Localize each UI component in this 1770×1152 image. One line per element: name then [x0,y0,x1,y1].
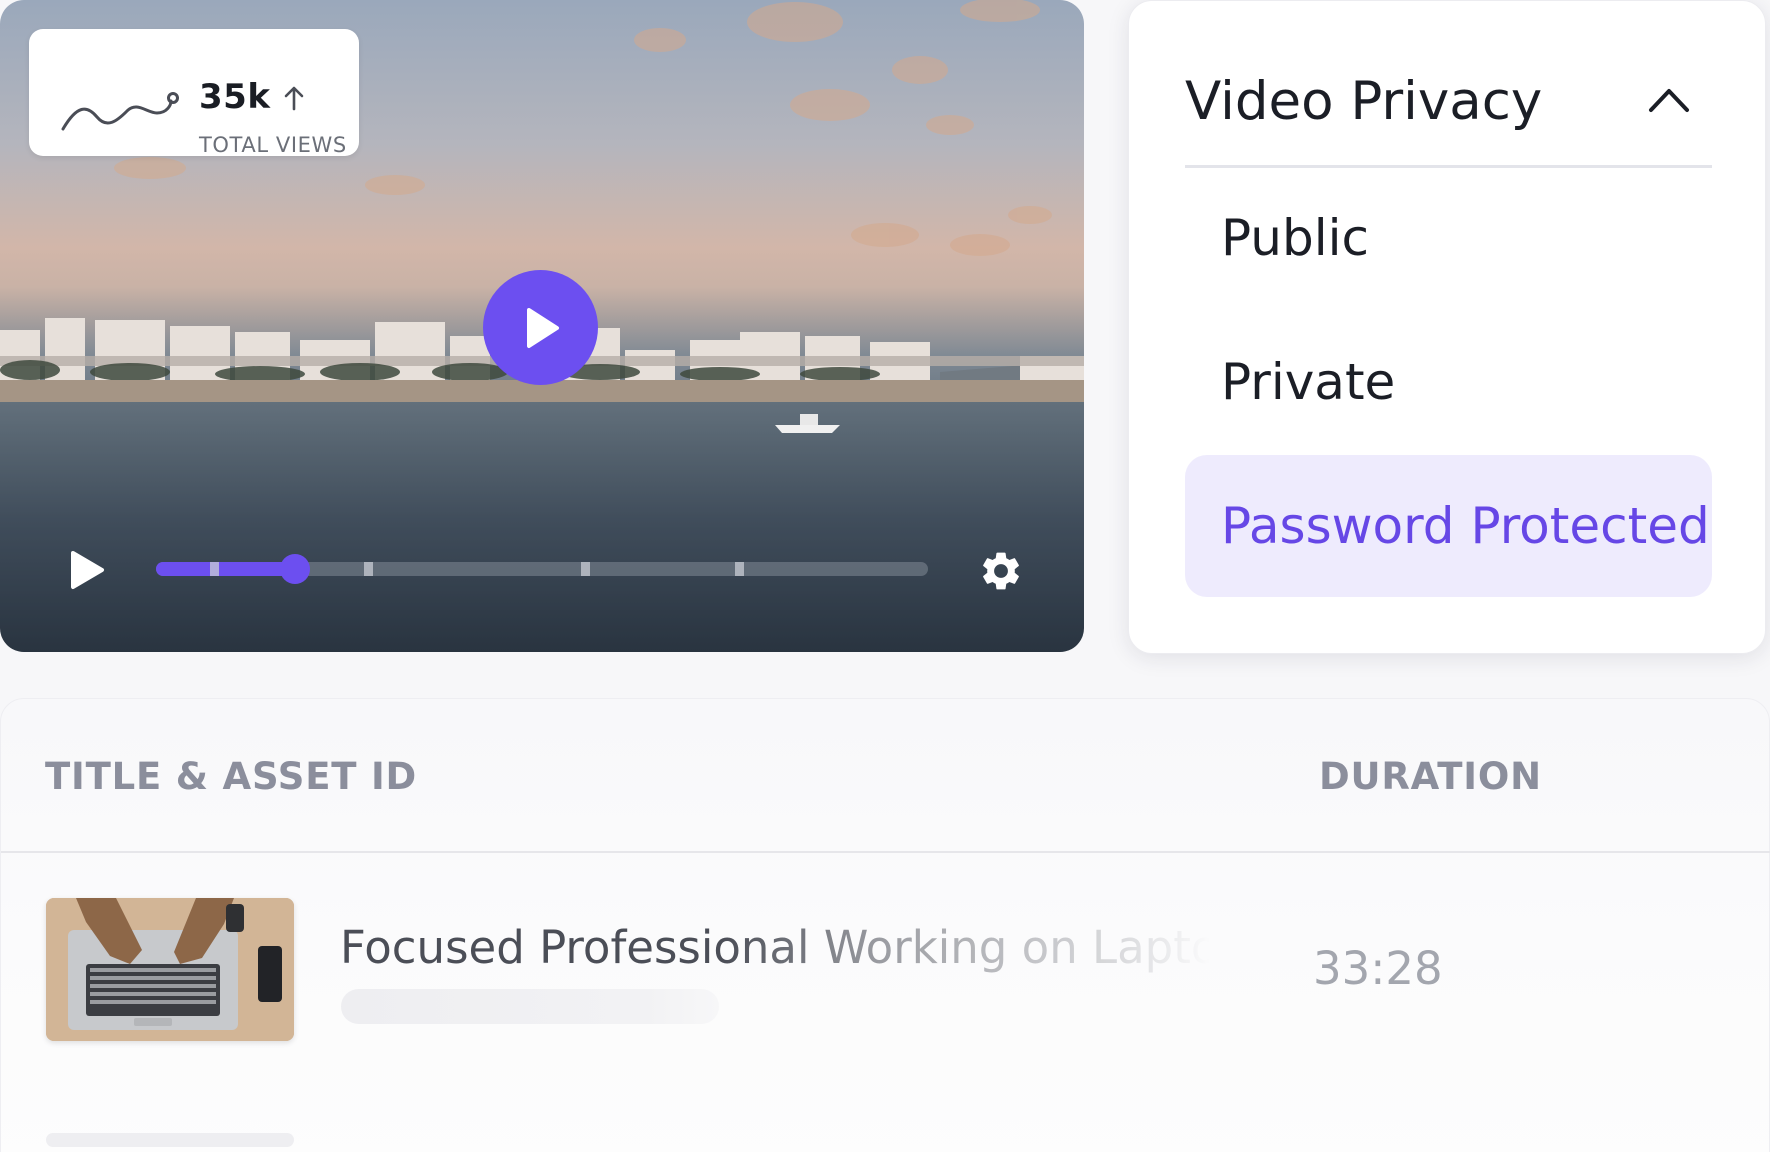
asset-duration: 33:28 [1313,942,1443,995]
table-header-divider [1,851,1770,853]
total-views-card: 35k TOTAL VIEWS [29,29,359,157]
privacy-option-password-protected[interactable]: Password Protected [1185,455,1712,597]
arrow-up-icon [284,86,304,111]
seek-bar-chapter-mark [735,562,744,576]
seek-bar-chapter-mark [581,562,590,576]
laptop-thumbnail-image [46,898,294,1041]
seek-bar-chapter-mark [364,562,373,576]
privacy-option-label: Password Protected [1221,497,1710,555]
privacy-option-public[interactable]: Public [1185,167,1712,309]
chevron-up-icon[interactable] [1647,85,1691,115]
column-header-duration[interactable]: DURATION [1319,755,1542,798]
total-views-label: TOTAL VIEWS [199,133,347,157]
sparkline-icon [61,92,179,131]
video-player[interactable]: 35k TOTAL VIEWS [0,0,1084,652]
big-play-button[interactable] [483,270,598,385]
next-row-placeholder [46,1133,294,1147]
privacy-option-label: Private [1221,353,1396,411]
seek-bar-played [156,562,295,576]
asset-thumbnail[interactable] [46,898,294,1041]
privacy-dropdown-title[interactable]: Video Privacy [1185,71,1542,132]
seek-bar-chapter-mark [210,562,219,576]
play-pause-button[interactable] [68,549,106,591]
asset-table: TITLE & ASSET ID DURATION Focused Profes… [0,698,1770,1152]
column-header-title[interactable]: TITLE & ASSET ID [45,755,417,798]
privacy-option-label: Public [1221,209,1369,267]
seek-handle[interactable] [280,554,310,584]
total-views-value: 35k [199,77,271,117]
seek-bar[interactable] [156,554,928,584]
asset-id-placeholder [341,989,719,1024]
privacy-option-private[interactable]: Private [1185,311,1712,453]
video-privacy-dropdown: Video Privacy Public Private Password Pr… [1128,0,1766,654]
gear-icon[interactable] [978,548,1024,594]
play-icon [526,307,559,348]
asset-title[interactable]: Focused Professional Working on Laptop..… [340,921,1210,975]
